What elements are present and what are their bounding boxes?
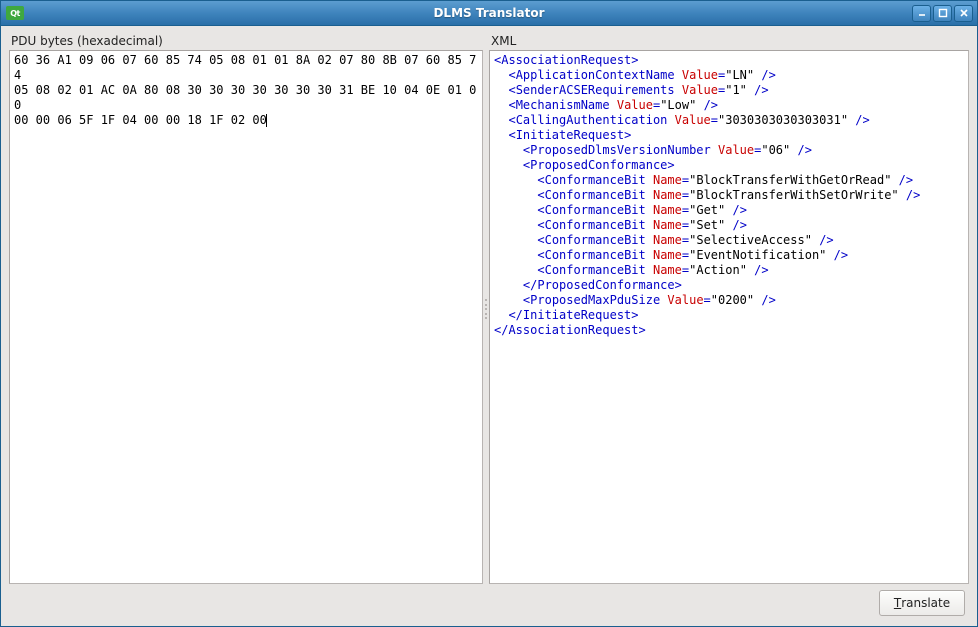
qt-icon: Qt [6,6,24,20]
window-title: DLMS Translator [1,6,977,20]
pdu-input[interactable]: 60 36 A1 09 06 07 60 85 74 05 08 01 01 8… [9,50,483,584]
window-body: PDU bytes (hexadecimal) 60 36 A1 09 06 0… [1,26,977,626]
pdu-pane: PDU bytes (hexadecimal) 60 36 A1 09 06 0… [9,34,483,584]
button-row: Translate [9,584,969,618]
titlebar[interactable]: Qt DLMS Translator [1,1,977,26]
window-controls [912,5,977,22]
pdu-label: PDU bytes (hexadecimal) [11,34,483,48]
xml-label: XML [491,34,969,48]
minimize-button[interactable] [912,5,931,22]
translate-button[interactable]: Translate [879,590,965,616]
xml-pane: XML <AssociationRequest> <ApplicationCon… [489,34,969,584]
close-button[interactable] [954,5,973,22]
main-window: Qt DLMS Translator PDU bytes (hexadecima… [0,0,978,627]
maximize-button[interactable] [933,5,952,22]
split-panes: PDU bytes (hexadecimal) 60 36 A1 09 06 0… [9,34,969,584]
xml-output[interactable]: <AssociationRequest> <ApplicationContext… [489,50,969,584]
